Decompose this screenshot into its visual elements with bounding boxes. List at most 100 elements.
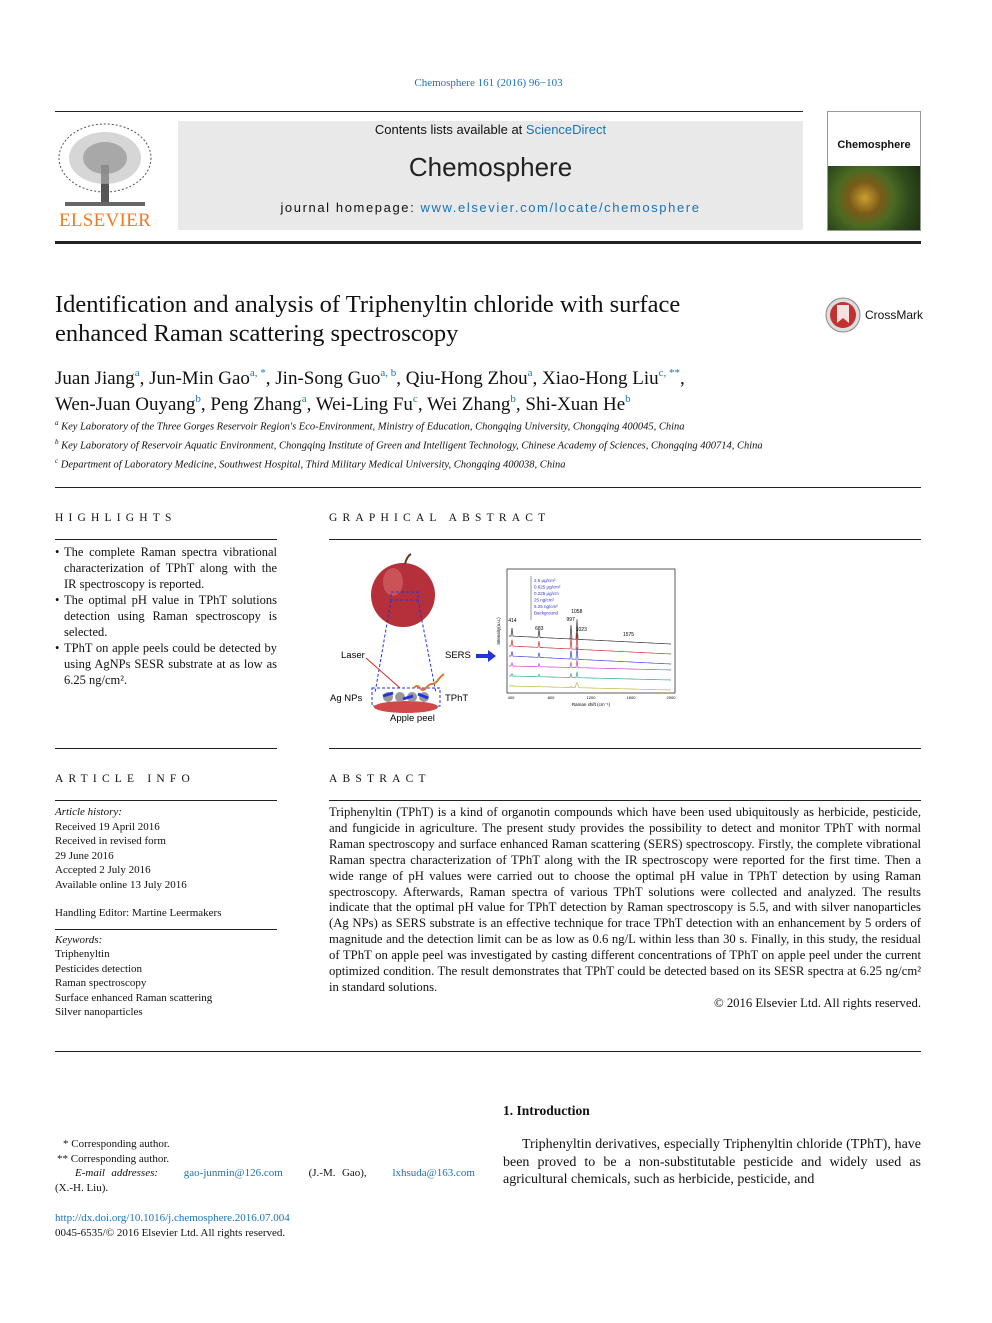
author-name[interactable]: Wei-Ling Fu	[316, 394, 413, 415]
agnps-label: Ag NPs	[330, 693, 362, 704]
divider	[55, 111, 803, 112]
affiliation: c Department of Laboratory Medicine, Sou…	[55, 454, 795, 473]
email-label: E-mail addresses:	[75, 1167, 159, 1179]
introduction-heading: 1. Introduction	[503, 1103, 590, 1118]
history-item: Received 19 April 2016	[55, 820, 160, 833]
history-item: Accepted 2 July 2016	[55, 864, 151, 876]
x-tick-label: 400	[508, 695, 515, 700]
graphical-abstract-heading: GRAPHICAL ABSTRACT	[329, 512, 551, 524]
legend-entry: 2.5 μg/cm²	[534, 578, 556, 583]
x-axis-label: Raman shift (cm⁻¹)	[572, 702, 611, 707]
author-name[interactable]: Qiu-Hong Zhou	[406, 368, 528, 389]
peak-label: 414	[508, 618, 517, 624]
author-affiliation-mark[interactable]: a	[302, 393, 307, 405]
author-name[interactable]: Juan Jiang	[55, 368, 135, 389]
peak-label: 683	[535, 626, 544, 632]
affiliation: a Key Laboratory of the Three Gorges Res…	[55, 416, 795, 435]
keywords-label: Keywords:	[55, 933, 103, 946]
laser-arrow	[365, 657, 401, 689]
sers-label: SERS	[445, 650, 471, 661]
affiliation-mark: b	[55, 438, 59, 446]
author-name[interactable]: Wei Zhang	[427, 394, 510, 415]
author-affiliation-mark[interactable]: b	[195, 393, 201, 405]
elsevier-logo: ELSEVIER	[55, 120, 155, 232]
author-name[interactable]: Jun-Min Gao	[149, 368, 250, 389]
keyword: Surface enhanced Raman scattering	[55, 991, 213, 1004]
sciencedirect-link[interactable]: ScienceDirect	[526, 122, 606, 137]
divider	[55, 748, 277, 749]
journal-citation[interactable]: Chemosphere 161 (2016) 96−103	[0, 77, 977, 89]
author-affiliation-mark[interactable]: c	[413, 393, 418, 405]
abstract: Triphenyltin (TPhT) is a kind of organot…	[329, 805, 921, 1012]
x-tick-label: 800	[548, 695, 555, 700]
handling-editor: Handling Editor: Martine Leermakers	[55, 907, 222, 919]
peak-label: 1023	[576, 627, 587, 633]
author-name[interactable]: Jin-Song Guo	[275, 368, 380, 389]
author-name[interactable]: Xiao-Hong Liu	[542, 368, 659, 389]
history-item: 29 June 2016	[55, 849, 114, 862]
x-tick-label: 1600	[627, 695, 637, 700]
highlights-heading: HIGHLIGHTS	[55, 512, 177, 524]
keyword: Triphenyltin	[55, 948, 110, 960]
history-item: Received in revised form	[55, 835, 166, 847]
apple-peel-label: Apple peel	[390, 713, 435, 724]
highlight-item: The optimal pH value in TPhT solutions d…	[55, 592, 277, 640]
author-name[interactable]: Peng Zhang	[210, 394, 301, 415]
arrow-right-icon	[476, 650, 496, 662]
history-item: Available online 13 July 2016	[55, 878, 187, 891]
footnotes: * Corresponding author. ** Corresponding…	[55, 1137, 475, 1195]
highlight-item: The complete Raman spectra vibrational c…	[55, 544, 277, 592]
affiliation-text: Department of Laboratory Medicine, South…	[60, 459, 566, 471]
apple-image	[371, 563, 435, 627]
affiliation: b Key Laboratory of Reservoir Aquatic En…	[55, 435, 795, 454]
author-list: Juan Jianga, Jun-Min Gaoa, *, Jin-Song G…	[55, 367, 685, 415]
doi-link[interactable]: http://dx.doi.org/10.1016/j.chemosphere.…	[55, 1212, 290, 1224]
tpht-label: TPhT	[445, 693, 468, 704]
author-name[interactable]: Shi-Xuan He	[525, 394, 625, 415]
issn: 0045-6535/© 2016 Elsevier Ltd. All right…	[55, 1227, 286, 1239]
affiliation-text: Key Laboratory of the Three Gorges Reser…	[61, 421, 685, 433]
email-link[interactable]: lxhsuda@163.com	[392, 1167, 475, 1179]
homepage-link[interactable]: www.elsevier.com/locate/chemosphere	[421, 200, 701, 215]
copyright: © 2016 Elsevier Ltd. All rights reserved…	[714, 995, 921, 1010]
author-affiliation-mark[interactable]: a	[135, 367, 140, 379]
author-name[interactable]: Wen-Juan Ouyang	[55, 394, 195, 415]
author-affiliation-mark[interactable]: a	[528, 367, 533, 379]
contents-text: Contents lists available at	[374, 122, 526, 137]
crossmark-button[interactable]: CrossMark	[825, 297, 925, 333]
legend-entry: 0.625 μg/cm²	[534, 585, 561, 590]
author-affiliation-mark[interactable]: a, b	[380, 367, 396, 379]
corresponding-author-note: ** Corresponding author.	[57, 1152, 170, 1165]
graphical-abstract-figure: Laser SERS Ag NPs TPhT Apple peel 400 800…	[328, 550, 688, 730]
journal-banner: Contents lists available at ScienceDirec…	[178, 121, 803, 230]
email-owner: (J.-M. Gao),	[308, 1167, 367, 1179]
keyword: Silver nanoparticles	[55, 1006, 143, 1018]
abstract-body: Triphenyltin (TPhT) is a kind of organot…	[329, 805, 921, 994]
legend-entry: 25 ng/cm²	[534, 598, 555, 603]
divider	[55, 928, 277, 930]
citation-link[interactable]: Chemosphere 161 (2016) 96−103	[414, 77, 562, 89]
affiliation-text: Key Laboratory of Reservoir Aquatic Envi…	[61, 440, 763, 452]
abstract-text: Triphenyltin (TPhT) is a kind of organot…	[329, 805, 921, 996]
y-axis-label: Intensity(a.u.)	[496, 617, 501, 645]
peak-label: 997	[567, 617, 576, 623]
tree-icon	[58, 123, 152, 206]
article-info: Article history: Received 19 April 2016 R…	[55, 805, 277, 1020]
divider	[55, 487, 921, 488]
keywords-list: Triphenyltin Pesticides detection Raman sp…	[55, 947, 277, 1020]
peak-label: 1575	[623, 632, 634, 638]
author-affiliation-mark[interactable]: a, *	[250, 367, 266, 379]
journal-cover[interactable]: Chemosphere	[827, 111, 921, 231]
email-owner: (X.-H. Liu).	[55, 1181, 109, 1194]
affiliation-mark: a	[55, 419, 59, 427]
abstract-heading: ABSTRACT	[329, 773, 431, 785]
keyword: Pesticides detection	[55, 962, 143, 975]
crossmark-icon	[825, 297, 861, 333]
author-affiliation-mark[interactable]: b	[625, 393, 631, 405]
author-affiliation-mark[interactable]: c, **	[659, 367, 680, 379]
highlights-list: The complete Raman spectra vibrational c…	[55, 544, 277, 688]
homepage-label: journal homepage:	[280, 200, 421, 215]
author-affiliation-mark[interactable]: b	[510, 393, 516, 405]
highlight-item: TPhT on apple peels could be detected by…	[55, 640, 277, 688]
email-link[interactable]: gao-junmin@126.com	[184, 1167, 283, 1179]
